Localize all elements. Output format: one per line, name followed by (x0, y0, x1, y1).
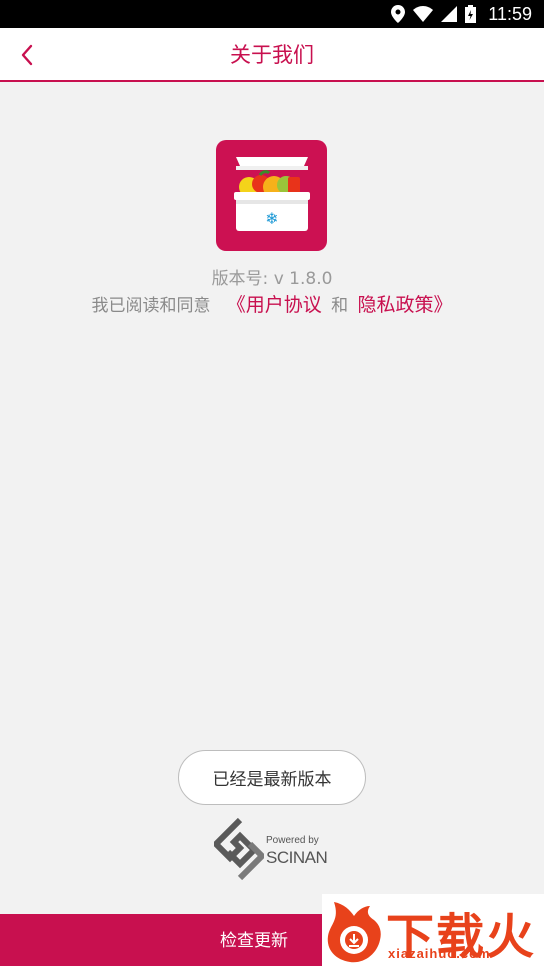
svg-text:❄: ❄ (265, 209, 278, 228)
app-logo: ❄ (216, 140, 327, 251)
status-bar: 11:59 (0, 0, 544, 28)
version-label: 版本号: v 1.8.0 (211, 269, 333, 289)
app-bar: 关于我们 (0, 28, 544, 82)
brand-name: SCINAN (266, 848, 328, 867)
check-update-button[interactable]: 检查更新 (220, 926, 288, 951)
latest-version-button[interactable]: 已经是最新版本 (178, 750, 366, 805)
agreement-line: 我已阅读和同意 《用户协议 和 隐私政策》 (0, 290, 544, 317)
page-title: 关于我们 (230, 43, 314, 67)
powered-by-text: Powered by (266, 835, 319, 846)
agreement-and: 和 (331, 296, 349, 316)
back-button[interactable] (10, 38, 44, 72)
battery-icon (465, 5, 477, 23)
wifi-icon (413, 6, 434, 22)
location-icon (391, 5, 406, 23)
watermark-url: xiazaihuo.com (388, 946, 491, 961)
scinan-logo-icon (214, 818, 264, 880)
user-agreement-link[interactable]: 《用户协议 (227, 294, 322, 316)
powered-by-logo: Powered by SCINAN (214, 818, 334, 880)
signal-icon (441, 6, 458, 22)
status-time: 11:59 (488, 3, 532, 24)
flame-logo-icon (327, 902, 381, 963)
privacy-policy-link[interactable]: 隐私政策》 (358, 294, 453, 316)
fridge-box-icon: ❄ (234, 157, 310, 231)
agreement-prefix: 我已阅读和同意 (91, 296, 211, 316)
chevron-left-icon (21, 44, 33, 66)
